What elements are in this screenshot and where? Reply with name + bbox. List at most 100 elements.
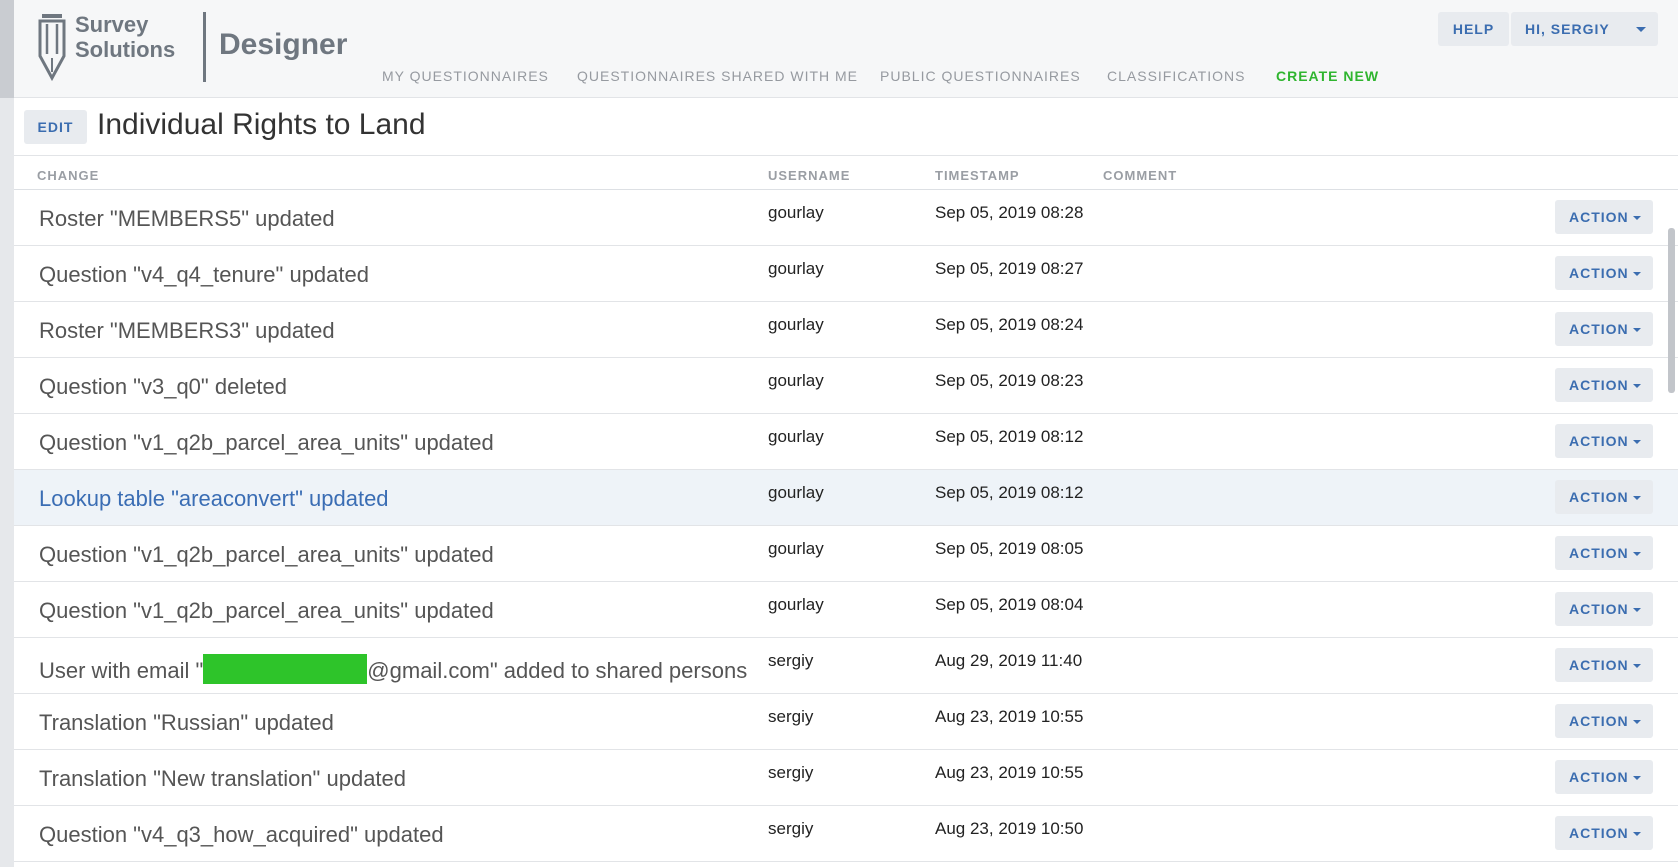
history-table: Roster "MEMBERS5" updated gourlay Sep 05… [14,190,1678,862]
timestamp-cell: Sep 05, 2019 08:24 [935,315,1084,334]
caret-down-icon [1636,27,1646,32]
column-header-timestamp: TIMESTAMP [935,168,1020,183]
logo-text: Survey Solutions [75,12,175,62]
action-label: ACTION [1569,433,1629,449]
action-button[interactable]: ACTION [1555,424,1653,458]
username-cell: sergiy [768,707,814,726]
table-header: CHANGE USERNAME TIMESTAMP COMMENT [14,157,1678,190]
username-cell: gourlay [768,427,824,446]
page-title: Individual Rights to Land [97,108,426,141]
action-label: ACTION [1569,265,1629,281]
action-label: ACTION [1569,601,1629,617]
column-header-comment: COMMENT [1103,168,1178,183]
help-button[interactable]: HELP [1438,12,1509,46]
logo-divider [203,12,206,82]
change-cell: Question "v1_q2b_parcel_area_units" upda… [39,598,494,623]
edit-button[interactable]: EDIT [24,110,87,144]
action-button[interactable]: ACTION [1555,536,1653,570]
table-row: Question "v3_q0" deleted gourlay Sep 05,… [14,358,1678,414]
nav-create-new[interactable]: CREATE NEW [1276,68,1379,84]
nav-public-questionnaires[interactable]: PUBLIC QUESTIONNAIRES [880,68,1081,84]
table-row: Roster "MEMBERS5" updated gourlay Sep 05… [14,190,1678,246]
change-cell: Translation "New translation" updated [39,766,407,791]
caret-down-icon [1633,272,1641,276]
nav-classifications[interactable]: CLASSIFICATIONS [1107,68,1245,84]
action-button[interactable]: ACTION [1555,816,1653,850]
redacted-email-block [203,654,368,684]
change-cell: Question "v1_q2b_parcel_area_units" upda… [39,542,494,567]
logo-line-solutions: Solutions [75,37,176,62]
scrollbar-thumb[interactable] [1668,228,1675,393]
table-row: Question "v1_q2b_parcel_area_units" upda… [14,414,1678,470]
change-cell: Roster "MEMBERS5" updated [39,206,335,231]
timestamp-cell: Sep 05, 2019 08:27 [935,259,1084,278]
action-button[interactable]: ACTION [1555,368,1653,402]
action-label: ACTION [1569,657,1629,673]
caret-down-icon [1633,776,1641,780]
column-header-change: CHANGE [37,168,100,183]
table-row: Question "v4_q4_tenure" updated gourlay … [14,246,1678,302]
table-row: Translation "Russian" updated sergiy Aug… [14,694,1678,750]
change-cell: Question "v4_q4_tenure" updated [39,262,369,287]
caret-down-icon [1633,496,1641,500]
username-cell: sergiy [768,819,814,838]
username-cell: gourlay [768,315,824,334]
left-edge [0,0,14,867]
app-name: Designer [219,28,348,61]
caret-down-icon [1633,664,1641,668]
action-label: ACTION [1569,377,1629,393]
logo-line-survey: Survey [75,12,149,37]
app-header: Survey Solutions Designer MY QUESTIONNAI… [14,0,1678,98]
change-suffix: @gmail.com" added to shared persons [367,658,748,683]
timestamp-cell: Sep 05, 2019 08:04 [935,595,1084,614]
nav-my-questionnaires[interactable]: MY QUESTIONNAIRES [382,68,549,84]
change-cell: Question "v4_q3_how_acquired" updated [39,822,444,847]
caret-down-icon [1633,384,1641,388]
user-menu-label: HI, SERGIY [1525,21,1610,37]
action-button[interactable]: ACTION [1555,256,1653,290]
caret-down-icon [1633,720,1641,724]
caret-down-icon [1633,552,1641,556]
username-cell: gourlay [768,371,824,390]
change-cell: User with email " @gmail.com" added to sh… [39,654,747,684]
action-label: ACTION [1569,321,1629,337]
username-cell: gourlay [768,539,824,558]
action-label: ACTION [1569,545,1629,561]
action-button[interactable]: ACTION [1555,704,1653,738]
username-cell: gourlay [768,483,824,502]
username-cell: gourlay [768,595,824,614]
action-label: ACTION [1569,489,1629,505]
timestamp-cell: Aug 23, 2019 10:50 [935,819,1084,838]
action-button[interactable]: ACTION [1555,592,1653,626]
action-button[interactable]: ACTION [1555,200,1653,234]
table-row-hovered[interactable]: Lookup table "areaconvert" updated gourl… [14,470,1678,526]
username-cell: sergiy [768,651,814,670]
action-button[interactable]: ACTION [1555,760,1653,794]
table-row: Question "v1_q2b_parcel_area_units" upda… [14,526,1678,582]
timestamp-cell: Sep 05, 2019 08:12 [935,427,1084,446]
nav-shared-with-me[interactable]: QUESTIONNAIRES SHARED WITH ME [577,68,858,84]
table-row: Question "v1_q2b_parcel_area_units" upda… [14,582,1678,638]
action-label: ACTION [1569,713,1629,729]
pen-logo-icon [38,14,66,82]
action-label: ACTION [1569,769,1629,785]
change-cell: Translation "Russian" updated [39,710,334,735]
caret-down-icon [1633,832,1641,836]
action-button[interactable]: ACTION [1555,480,1653,514]
caret-down-icon [1633,440,1641,444]
action-button[interactable]: ACTION [1555,312,1653,346]
timestamp-cell: Aug 29, 2019 11:40 [935,651,1083,670]
username-cell: gourlay [768,259,824,278]
change-cell-link[interactable]: Lookup table "areaconvert" updated [39,486,389,512]
user-menu-button[interactable]: HI, SERGIY [1511,12,1658,46]
timestamp-cell: Sep 05, 2019 08:12 [935,483,1084,502]
table-row: Roster "MEMBERS3" updated gourlay Sep 05… [14,302,1678,358]
action-label: ACTION [1569,209,1629,225]
title-bar: EDIT Individual Rights to Land [14,98,1678,156]
caret-down-icon [1633,328,1641,332]
timestamp-cell: Sep 05, 2019 08:28 [935,203,1084,222]
action-button[interactable]: ACTION [1555,648,1653,682]
timestamp-cell: Aug 23, 2019 10:55 [935,707,1084,726]
table-row: Question "v4_q3_how_acquired" updated se… [14,806,1678,862]
table-row: User with email " @gmail.com" added to sh… [14,638,1678,694]
